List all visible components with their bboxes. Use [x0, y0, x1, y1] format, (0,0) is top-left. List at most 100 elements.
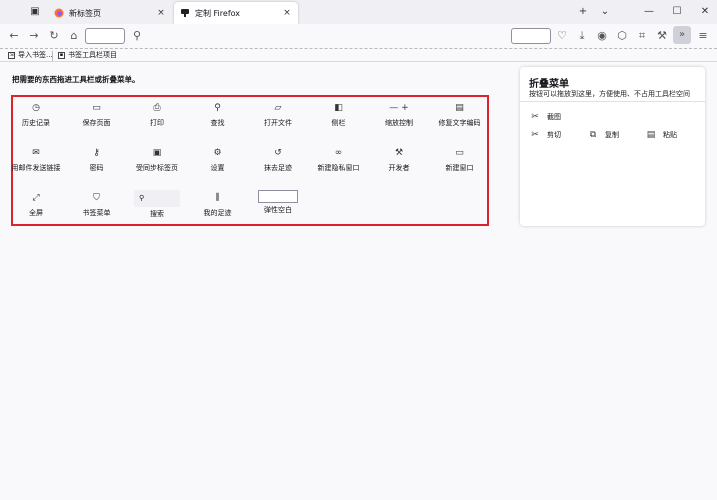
customize-icon [181, 9, 189, 17]
palette-item-label: 抹去足迹 [264, 164, 292, 172]
palette-item-email-link[interactable]: ✉ 用邮件发送链接 [6, 145, 66, 185]
overflow-item-paste[interactable]: ▤ 粘贴 [645, 130, 677, 140]
palette-item-wrench[interactable]: ⚒ 开发者 [369, 145, 429, 185]
text-encoding-icon: ▤ [455, 103, 464, 113]
overflow-menu-description: 按钮可以拖放到这里，方便使用、不占用工具栏空间 [529, 90, 690, 98]
overflow-item-cut[interactable]: ✂ 剪切 [529, 130, 561, 140]
overflow-menu-panel: 折叠菜单 按钮可以拖放到这里，方便使用、不占用工具栏空间 ✂ 截图 ✂ 剪切 ⧉… [520, 67, 705, 226]
new-window-icon: ▭ [455, 148, 464, 158]
palette-item-save-page[interactable]: ▭ 保存页面 [67, 100, 127, 140]
palette-item-label: 新建隐私窗口 [317, 164, 360, 172]
extensions-icon[interactable]: ⬡ [614, 28, 630, 44]
customization-palette: ◷ 历史记录 ▭ 保存页面 ⎙ 打印 ⚲ 查找 ▱ 打开文件 ◧ 侧栏 — + 缩放控制 ▤ 修复文字编码 ✉ 用… [11, 95, 489, 226]
palette-item-library[interactable]: ⫼ 我的足迹 [188, 190, 248, 230]
palette-item-forget[interactable]: ↺ 抹去足迹 [248, 145, 308, 185]
minimize-button[interactable]: — [641, 4, 657, 20]
tab-customize-firefox[interactable]: 定制 Firefox × [174, 2, 298, 24]
close-window-button[interactable]: ✕ [697, 4, 713, 20]
menu-icon[interactable]: ≡ [695, 28, 711, 44]
flexible-space-icon [258, 190, 298, 203]
overflow-item-screenshot[interactable]: ✂ 截图 [529, 112, 561, 122]
palette-item-text-encoding[interactable]: ▤ 修复文字编码 [430, 100, 490, 140]
find-icon: ⚲ [214, 103, 221, 113]
tab-title: 定制 Firefox [195, 8, 241, 18]
palette-item-label: 开发者 [388, 164, 410, 172]
palette-item-label: 侧栏 [331, 119, 346, 127]
pocket-icon[interactable]: ♡ [554, 28, 570, 44]
fullscreen-icon: ⤢ [32, 193, 40, 203]
url-bar[interactable] [85, 28, 125, 44]
zoom-controls-icon: — + [389, 103, 409, 113]
firefox-view-icon[interactable]: ▣ [28, 5, 42, 19]
palette-item-label: 查找 [210, 119, 225, 127]
palette-item-label: 打开文件 [264, 119, 292, 127]
bookmark-toolbar-items[interactable]: ▪ 书签工具栏项目 [58, 50, 117, 60]
palette-item-bookmark-menu[interactable]: ⛉ 书签菜单 [67, 190, 127, 230]
palette-item-label: 修复文字编码 [438, 119, 481, 127]
screenshot-icon[interactable]: ⌗ [634, 28, 650, 44]
new-tab-button[interactable]: + [575, 4, 591, 20]
import-bookmarks-item[interactable]: ⇲ 导入书签... [8, 50, 53, 60]
synced-tabs-icon: ▣ [152, 148, 162, 158]
customize-instruction: 把需要的东西拖进工具栏或折叠菜单。 [12, 75, 140, 84]
firefox-logo-icon [54, 8, 64, 18]
palette-item-label: 书签菜单 [82, 209, 111, 217]
close-tab-icon[interactable]: × [156, 8, 166, 18]
palette-item-zoom-controls[interactable]: — + 缩放控制 [369, 100, 429, 140]
palette-item-new-window[interactable]: ▭ 新建窗口 [430, 145, 490, 185]
bookmark-items-icon: ▪ [58, 51, 65, 59]
forward-icon[interactable]: → [26, 28, 42, 44]
palette-item-search[interactable]: ⚲ 搜索 [127, 190, 187, 230]
palette-item-private-window[interactable]: ∞ 新建隐私窗口 [309, 145, 369, 185]
palette-item-label: 弹性空白 [264, 206, 292, 214]
account-icon[interactable]: ◉ [594, 28, 610, 44]
search-icon: ⚲ [134, 190, 180, 207]
search-icon[interactable]: ⚲ [129, 28, 145, 44]
palette-item-gear[interactable]: ⚙ 设置 [188, 145, 248, 185]
gear-icon: ⚙ [213, 148, 222, 158]
bookmark-toolbar-items-label: 书签工具栏项目 [68, 51, 117, 59]
search-bar[interactable] [511, 28, 551, 44]
palette-item-label: 新建窗口 [445, 164, 474, 172]
palette-item-find[interactable]: ⚲ 查找 [188, 100, 248, 140]
overflow-item-copy[interactable]: ⧉ 复制 [587, 130, 619, 140]
palette-item-label: 打印 [150, 119, 164, 127]
palette-item-label: 我的足迹 [203, 209, 232, 217]
palette-item-fullscreen[interactable]: ⤢ 全屏 [6, 190, 66, 230]
open-file-icon: ▱ [274, 103, 282, 113]
palette-item-label: 全屏 [29, 209, 43, 217]
paste-icon: ▤ [646, 130, 656, 140]
palette-item-key[interactable]: ⚷ 密码 [67, 145, 127, 185]
tab-new-tab[interactable]: 新标签页 × [48, 2, 172, 24]
palette-item-synced-tabs[interactable]: ▣ 受同步标签页 [127, 145, 187, 185]
back-icon[interactable]: ← [6, 28, 22, 44]
print-icon: ⎙ [153, 103, 161, 113]
close-tab-icon[interactable]: × [282, 8, 292, 18]
reload-icon[interactable]: ↻ [46, 28, 62, 44]
maximize-button[interactable]: ☐ [669, 4, 685, 20]
tab-list-button[interactable]: ⌄ [597, 4, 613, 20]
import-icon: ⇲ [8, 51, 15, 59]
downloads-icon[interactable]: ⤓ [574, 28, 590, 44]
palette-item-label: 搜索 [150, 210, 164, 218]
library-icon: ⫼ [215, 193, 220, 203]
copy-icon: ⧉ [589, 130, 597, 140]
bookmarks-toolbar: ⇲ 导入书签... ▪ 书签工具栏项目 [0, 48, 717, 62]
home-icon[interactable]: ⌂ [66, 28, 82, 44]
palette-item-label: 缩放控制 [385, 119, 413, 127]
bookmark-separator [52, 51, 53, 61]
palette-item-open-file[interactable]: ▱ 打开文件 [248, 100, 308, 140]
tab-title: 新标签页 [69, 8, 101, 18]
overflow-item-label: 复制 [605, 131, 619, 139]
overflow-menu-icon[interactable]: » [673, 26, 691, 44]
palette-item-label: 保存页面 [82, 119, 111, 127]
palette-item-sidebar[interactable]: ◧ 侧栏 [309, 100, 369, 140]
palette-item-history[interactable]: ◷ 历史记录 [6, 100, 66, 140]
palette-item-print[interactable]: ⎙ 打印 [127, 100, 187, 140]
palette-item-flexible-space[interactable]: 弹性空白 [248, 190, 308, 230]
wrench-icon: ⚒ [394, 148, 404, 158]
cut-icon: ✂ [531, 130, 539, 140]
developer-icon[interactable]: ⚒ [654, 28, 670, 44]
palette-item-label: 设置 [210, 164, 225, 172]
divider [520, 101, 705, 102]
